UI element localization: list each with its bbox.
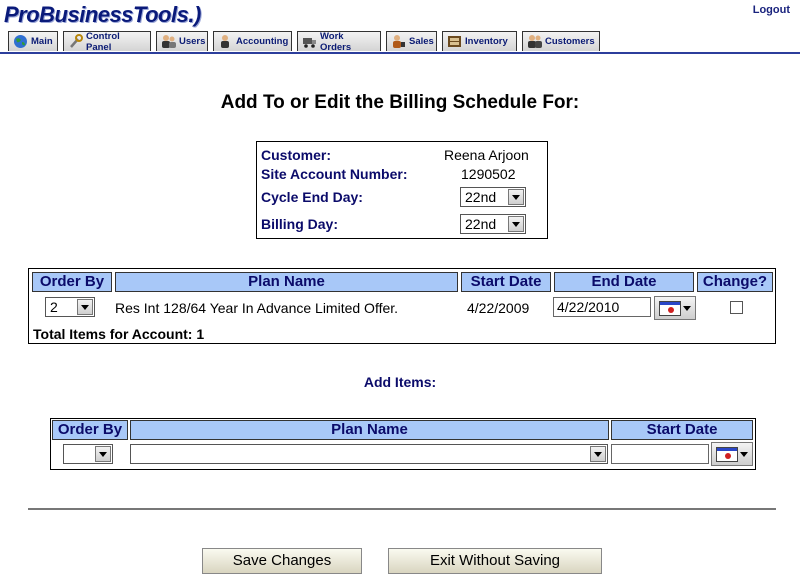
chevron-down-icon[interactable]: [590, 446, 606, 462]
tab-customers-label: Customers: [545, 36, 595, 47]
column-header-start-date: Start Date: [461, 272, 551, 292]
tab-work-orders[interactable]: Work Orders: [297, 30, 381, 53]
chevron-down-icon: [740, 452, 748, 457]
tab-control-panel-label: Control Panel: [86, 30, 120, 53]
accountant-icon: [218, 34, 233, 49]
site-account-value: 1290502: [461, 166, 516, 182]
tab-users-label: Users: [179, 36, 206, 47]
add-column-header-start-date: Start Date: [611, 420, 753, 440]
tab-accounting[interactable]: Accounting: [213, 31, 292, 51]
column-header-plan-name: Plan Name: [115, 272, 458, 292]
order-by-select[interactable]: 2: [45, 297, 95, 317]
order-by-value: 2: [50, 299, 58, 315]
tab-control-panel[interactable]: Control Panel: [63, 30, 151, 53]
tab-inventory[interactable]: Inventory: [442, 31, 517, 51]
customer-value: Reena Arjoon: [444, 147, 529, 163]
end-date-input[interactable]: 4/22/2010: [553, 297, 651, 317]
column-header-end-date: End Date: [554, 272, 694, 292]
site-account-label: Site Account Number:: [261, 166, 408, 182]
cycle-end-label: Cycle End Day:: [261, 189, 363, 205]
chevron-down-icon[interactable]: [508, 216, 524, 232]
end-date-calendar-button[interactable]: [654, 296, 696, 320]
tab-users[interactable]: Users: [156, 31, 208, 51]
tab-sales[interactable]: Sales: [386, 31, 437, 51]
section-divider: [28, 508, 776, 510]
cycle-end-value: 22nd: [465, 189, 497, 205]
tab-inventory-label: Inventory: [465, 36, 508, 47]
add-column-header-plan-name: Plan Name: [130, 420, 609, 440]
users-icon: [161, 34, 176, 49]
customer-label: Customer:: [261, 147, 332, 163]
tab-main-label: Main: [31, 36, 53, 47]
chevron-down-icon[interactable]: [95, 446, 111, 462]
plan-name-cell: Res Int 128/64 Year In Advance Limited O…: [115, 300, 399, 316]
billing-schedule-table: Order By Plan Name Start Date End Date C…: [28, 268, 776, 344]
main-nav-tabs: Main Control Panel Users Accounting Work…: [8, 30, 600, 53]
app-header: ProBusinessTools.) Logout Main Control P…: [0, 0, 800, 54]
add-items-table: Order By Plan Name Start Date: [50, 418, 756, 470]
add-start-date-calendar-button[interactable]: [711, 442, 753, 466]
add-column-header-order-by: Order By: [52, 420, 128, 440]
globe-icon: [13, 34, 28, 49]
column-header-order-by: Order By: [32, 272, 112, 292]
chevron-down-icon: [683, 306, 691, 311]
billing-day-label: Billing Day:: [261, 216, 339, 232]
calendar-icon: [659, 301, 681, 316]
save-changes-button[interactable]: Save Changes: [202, 548, 362, 574]
billing-day-value: 22nd: [465, 216, 497, 232]
truck-icon: [302, 34, 317, 49]
customers-icon: [527, 34, 542, 49]
add-items-title: Add Items:: [363, 374, 437, 390]
calendar-icon: [716, 447, 738, 462]
start-date-cell: 4/22/2009: [467, 300, 530, 316]
tab-main[interactable]: Main: [8, 31, 58, 51]
chevron-down-icon[interactable]: [77, 299, 93, 315]
tab-accounting-label: Accounting: [236, 36, 289, 47]
inventory-icon: [447, 34, 462, 49]
add-plan-name-select[interactable]: [130, 444, 608, 464]
tab-sales-label: Sales: [409, 36, 434, 47]
tab-customers[interactable]: Customers: [522, 31, 600, 51]
logout-link[interactable]: Logout: [753, 4, 790, 16]
page-title: Add To or Edit the Billing Schedule For:: [220, 92, 580, 113]
app-logo[interactable]: ProBusinessTools.): [4, 2, 201, 28]
nav-divider: [0, 52, 800, 54]
chevron-down-icon[interactable]: [508, 189, 524, 205]
cycle-end-select[interactable]: 22nd: [460, 187, 526, 207]
add-start-date-input[interactable]: [611, 444, 709, 464]
change-checkbox[interactable]: [730, 301, 743, 314]
add-order-by-select[interactable]: [63, 444, 113, 464]
column-header-change: Change?: [697, 272, 773, 292]
tab-work-orders-label: Work Orders: [320, 30, 352, 53]
total-items-label: Total Items for Account: 1: [33, 326, 205, 342]
sales-icon: [391, 34, 406, 49]
billing-day-select[interactable]: 22nd: [460, 214, 526, 234]
customer-info-box: Customer: Reena Arjoon Site Account Numb…: [256, 141, 548, 239]
exit-without-saving-button[interactable]: Exit Without Saving: [388, 548, 602, 574]
wrench-icon: [68, 34, 83, 49]
